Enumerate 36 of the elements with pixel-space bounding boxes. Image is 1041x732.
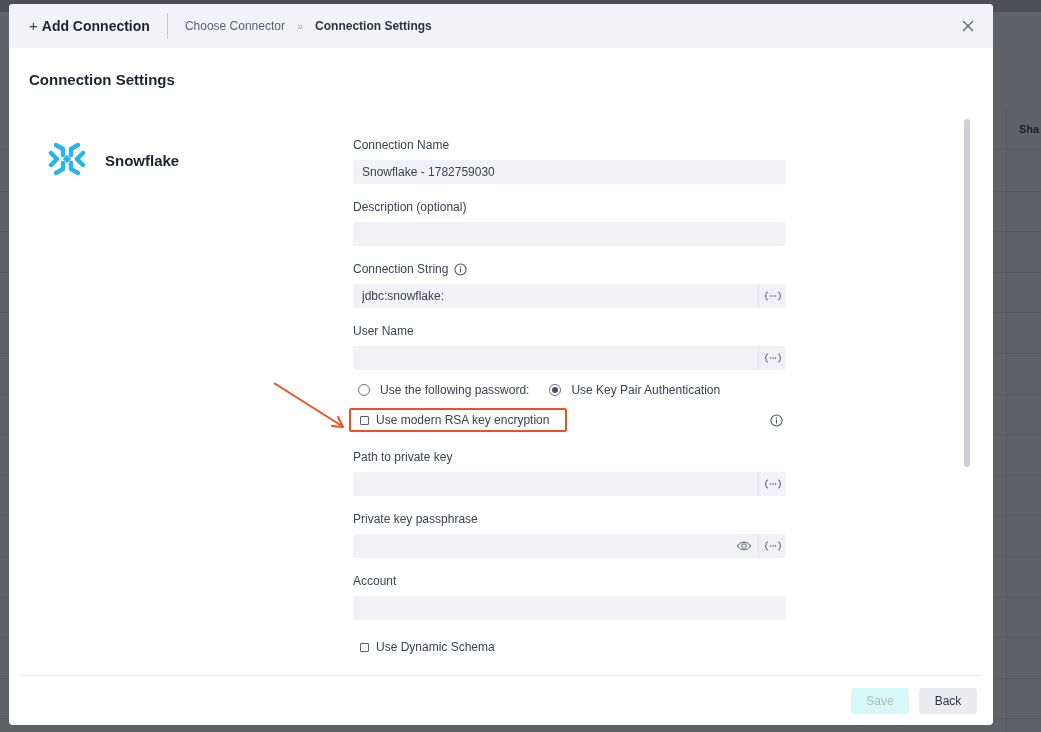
variables-button[interactable] — [758, 472, 786, 496]
field-label: Connection Name — [353, 137, 450, 154]
column-header: Sha — [1019, 122, 1040, 138]
field-label: Description (optional) — [353, 199, 467, 216]
field-label: Account — [353, 573, 397, 590]
checkbox-option[interactable]: Use Dynamic Schema — [349, 635, 513, 656]
breadcrumb-separator: » — [296, 18, 304, 34]
add-icon: + — [29, 14, 38, 38]
scrollbar-thumb[interactable] — [964, 119, 970, 467]
checkbox-option[interactable]: Use modern RSA key encryption — [349, 408, 568, 432]
input-field[interactable]: jdbc:snowflake: — [353, 284, 758, 308]
connector-name: Snowflake — [105, 151, 180, 171]
eye-icon[interactable] — [730, 534, 758, 558]
snowflake-logo-icon — [48, 140, 86, 178]
variable-icon — [763, 479, 782, 489]
field-label: Path to private key — [353, 449, 453, 466]
variable-icon — [763, 353, 782, 363]
section-heading: Connection Settings — [29, 71, 175, 88]
breadcrumb-item[interactable]: Connection Settings — [315, 17, 432, 35]
field-label: Private key passphrase — [353, 511, 478, 528]
input-field[interactable] — [353, 346, 758, 370]
radio-option[interactable]: Use Key Pair Authentication — [549, 381, 721, 399]
back-button[interactable]: Back — [919, 687, 977, 714]
input-field[interactable] — [353, 472, 758, 496]
variables-button[interactable] — [758, 284, 786, 308]
radio-option[interactable]: Use the following password: — [358, 381, 530, 399]
field-label: User Name — [353, 323, 414, 340]
variables-button[interactable] — [758, 534, 786, 558]
breadcrumb-item[interactable]: Choose Connector — [184, 17, 285, 35]
dialog-title: Add Connection — [41, 16, 150, 36]
field-label: Connection String — [353, 261, 449, 278]
input-field[interactable]: Snowflake - 1782759030 — [353, 160, 786, 184]
variables-button[interactable] — [758, 346, 786, 370]
variable-icon — [763, 291, 782, 301]
close-icon[interactable] — [961, 19, 975, 33]
variable-icon — [763, 541, 782, 551]
